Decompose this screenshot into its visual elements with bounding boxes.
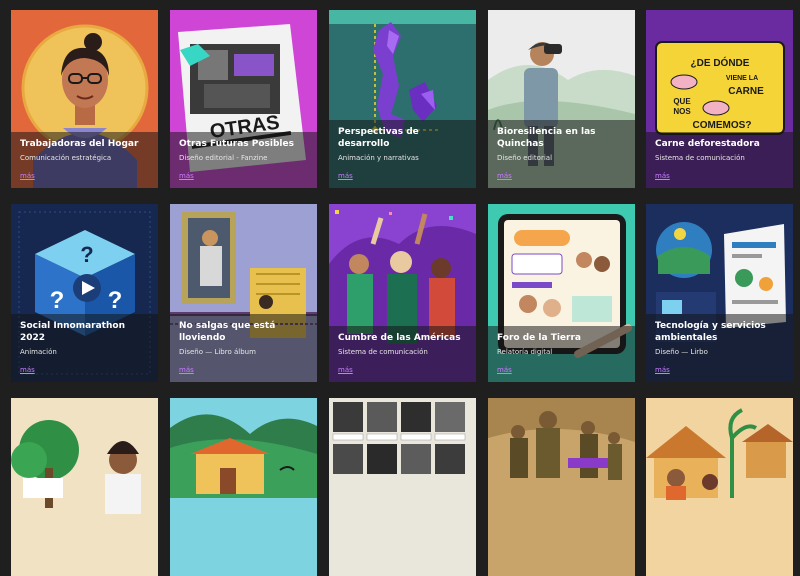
project-card-cumbre[interactable]: Cumbre de las Américas Sistema de comuni… — [329, 204, 476, 382]
project-category: Animación y narrativas — [338, 154, 419, 162]
more-link[interactable]: más — [338, 171, 353, 181]
project-caption: Cumbre de las Américas Sistema de comuni… — [329, 326, 476, 382]
more-link[interactable]: más — [497, 171, 512, 181]
project-category: Sistema de comunicación — [338, 348, 428, 356]
project-category: Relatoría digital — [497, 348, 553, 356]
project-category: Diseño editorial — [497, 154, 553, 162]
svg-text:NOS: NOS — [673, 107, 691, 116]
project-card-photo-grid[interactable] — [329, 398, 476, 576]
more-link[interactable]: más — [20, 365, 35, 375]
project-title: Carne deforestadora — [655, 139, 760, 149]
photo-grid-illustration — [329, 398, 476, 576]
soldiers-illustration — [488, 398, 635, 576]
project-caption: Tecnología y servicios ambientales Diseñ… — [646, 314, 793, 382]
project-title: Foro de la Tierra — [497, 333, 581, 343]
project-title: Bioresilencia en las Quinchas — [497, 127, 596, 149]
project-caption: Otras Futuras Posibles Diseño editorial … — [170, 132, 317, 188]
more-link[interactable]: más — [655, 171, 670, 181]
project-card-no-salgas[interactable]: No salgas que está lloviendo Diseño — Li… — [170, 204, 317, 382]
project-card-huts-palms[interactable] — [646, 398, 793, 576]
project-caption: Foro de la Tierra Relatoría digital más — [488, 326, 635, 382]
project-card-tecnologia[interactable]: Tecnología y servicios ambientales Diseñ… — [646, 204, 793, 382]
project-card-trabajadoras[interactable]: Trabajadoras del Hogar Comunicación estr… — [11, 10, 158, 188]
project-caption: No salgas que está lloviendo Diseño — Li… — [170, 314, 317, 382]
village-trees-illustration — [11, 398, 158, 576]
project-category: Sistema de comunicación — [655, 154, 745, 162]
project-card-otras-futuras[interactable]: OTRAS Otras Futuras Posibles Diseño edit… — [170, 10, 317, 188]
project-title: Otras Futuras Posibles — [179, 139, 294, 149]
project-card-bioresilencia[interactable]: Bioresilencia en las Quinchas Diseño edi… — [488, 10, 635, 188]
project-category: Diseño — Libro álbum — [179, 348, 256, 356]
project-caption: Carne deforestadora Sistema de comunicac… — [646, 132, 793, 188]
svg-text:CARNE: CARNE — [728, 86, 764, 97]
project-card-carne[interactable]: ¿DE DÓNDE VIENE LA CARNE QUE NOS COMEMOS… — [646, 10, 793, 188]
svg-text:?: ? — [50, 287, 65, 314]
project-caption: Perspectivas de desarrollo Animación y n… — [329, 120, 476, 188]
more-link[interactable]: más — [497, 365, 512, 375]
mountain-house-illustration — [170, 398, 317, 576]
project-category: Diseño — Lirbo — [655, 348, 708, 356]
project-caption: Bioresilencia en las Quinchas Diseño edi… — [488, 120, 635, 188]
project-caption: Social Innomarathon 2022 Animación más — [11, 314, 158, 382]
svg-text:?: ? — [108, 287, 123, 314]
project-card-soldiers[interactable] — [488, 398, 635, 576]
project-card-foro-tierra[interactable]: Foro de la Tierra Relatoría digital más — [488, 204, 635, 382]
more-link[interactable]: más — [338, 365, 353, 375]
project-title: Cumbre de las Américas — [338, 333, 461, 343]
project-card-village-trees[interactable] — [11, 398, 158, 576]
svg-text:COMEMOS?: COMEMOS? — [693, 120, 752, 131]
svg-text:VIENE LA: VIENE LA — [726, 75, 758, 82]
project-grid: Trabajadoras del Hogar Comunicación estr… — [0, 0, 800, 576]
project-title: Perspectivas de desarrollo — [338, 127, 419, 149]
more-link[interactable]: más — [20, 171, 35, 181]
project-card-mountain-house[interactable] — [170, 398, 317, 576]
project-category: Diseño editorial - Fanzine — [179, 154, 268, 162]
project-caption: Trabajadoras del Hogar Comunicación estr… — [11, 132, 158, 188]
more-link[interactable]: más — [179, 171, 194, 181]
huts-palms-illustration — [646, 398, 793, 576]
project-title: Trabajadoras del Hogar — [20, 139, 139, 149]
project-title: Tecnología y servicios ambientales — [655, 321, 766, 343]
more-link[interactable]: más — [655, 365, 670, 375]
project-category: Comunicación estratégica — [20, 154, 112, 162]
project-category: Animación — [20, 348, 57, 356]
project-card-perspectivas[interactable]: Perspectivas de desarrollo Animación y n… — [329, 10, 476, 188]
svg-text:QUE: QUE — [673, 97, 691, 106]
project-title: No salgas que está lloviendo — [179, 321, 276, 343]
more-link[interactable]: más — [179, 365, 194, 375]
project-title: Social Innomarathon 2022 — [20, 321, 125, 343]
project-card-innomarathon[interactable]: ? ? ? Social Innomarathon 2022 Animación… — [11, 204, 158, 382]
svg-text:?: ? — [80, 242, 93, 267]
poster-text: ¿DE DÓNDE — [691, 56, 750, 69]
